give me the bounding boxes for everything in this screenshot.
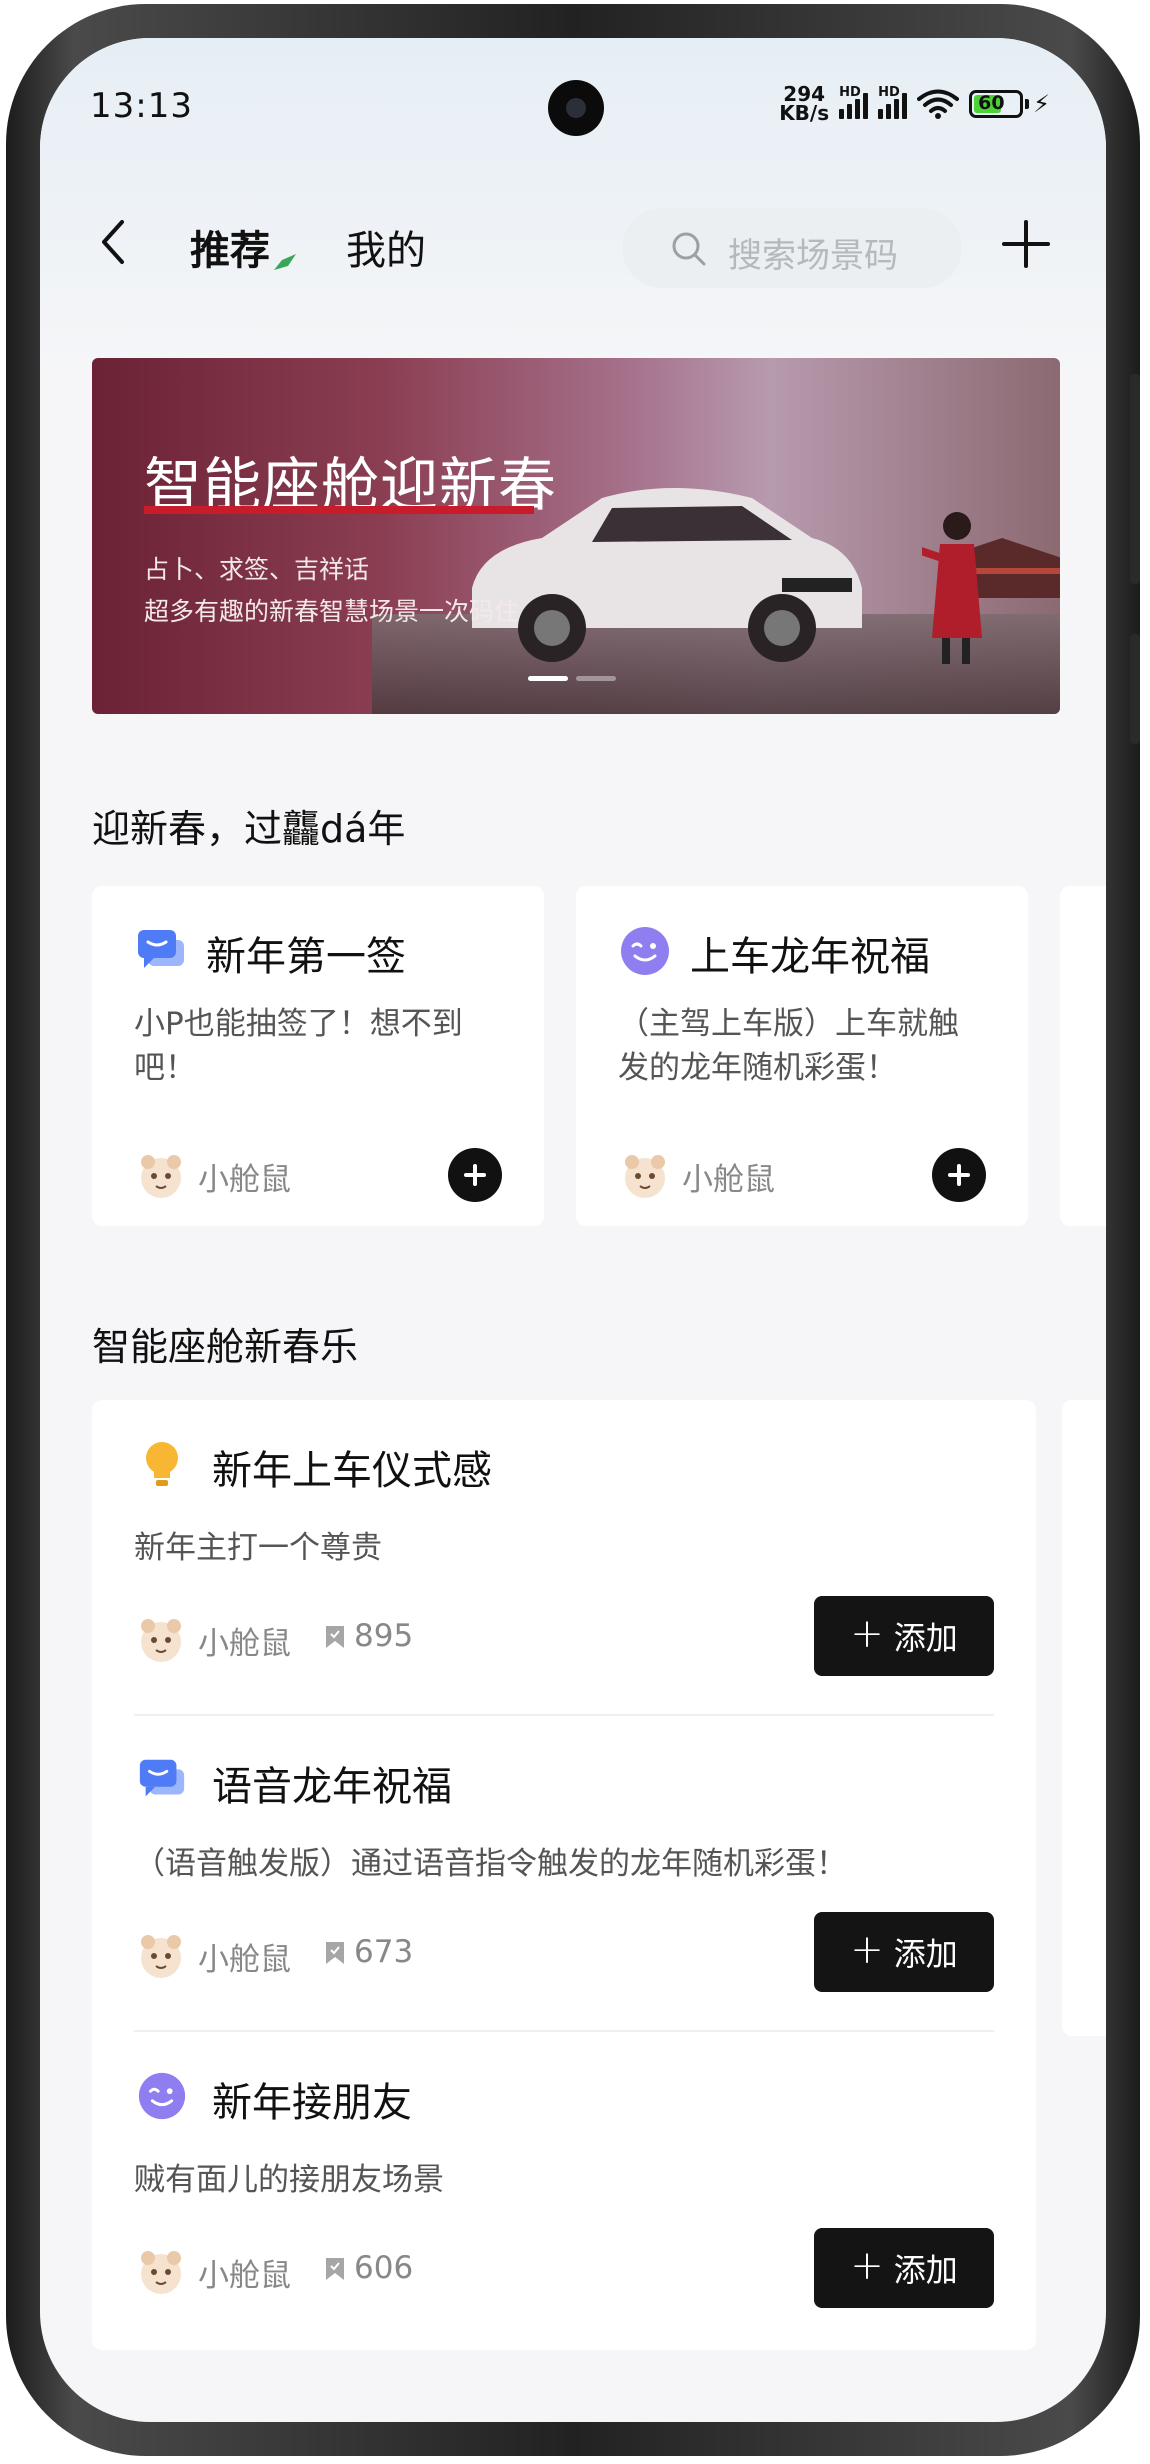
front-camera [548,80,604,136]
wink-face-icon [621,927,669,975]
signal-hd-label: HD [839,85,861,100]
avatar [141,2251,181,2294]
avatar [625,1155,665,1198]
author-name: 小舱鼠 [682,1162,775,1198]
save-count: 895 [354,1618,414,1654]
item-description: 贼有面儿的接朋友场景 [134,2162,444,2198]
chat-bubble-icon [138,930,184,968]
volume-button [1130,374,1140,584]
top-nav: 推荐 我的 搜索场景码 [40,188,1106,298]
save-count: 606 [354,2250,414,2286]
status-icons: 294 KB/s HD HD 60 ⚡ [779,84,1050,124]
active-tab-indicator [274,254,296,270]
item-description: 新年主打一个尊贵 [134,1530,382,1566]
list-item[interactable]: 语音龙年祝福 （语音触发版）通过语音指令触发的龙年随机彩蛋！ 小舱鼠 673 +… [92,1716,1036,2032]
add-scene-button[interactable] [448,1148,502,1202]
lightbulb-icon [146,1442,178,1486]
author-name: 小舱鼠 [198,1162,291,1198]
card-description: 小P也能抽签了！想不到吧！ [134,1006,463,1086]
scene-card[interactable]: 上车龙年祝福 （主驾上车版）上车就触发的龙年随机彩蛋！ 小舱鼠 [576,886,1028,1226]
battery-level: 60 [978,92,1005,114]
author-name: 小舱鼠 [198,1942,291,1978]
add-icon[interactable] [1000,218,1052,270]
banner-title-underline [144,506,534,514]
carousel-dot-active [528,676,568,681]
add-button-label: 添加 [893,1619,958,1657]
author-name: 小舱鼠 [198,1626,291,1662]
promo-banner[interactable]: 智能座舱迎新春 占卜、求签、吉祥话 超多有趣的新春智慧场景一次码住 [92,358,1060,714]
wink-face-icon [138,2072,186,2120]
avatar [141,1155,181,1198]
power-button [1130,634,1140,744]
bookmark-icon [326,2258,344,2280]
signal-icon: HD [839,85,869,119]
banner-subtitle: 超多有趣的新春智慧场景一次码住 [144,597,520,626]
search-input[interactable]: 搜索场景码 [622,208,962,288]
item-title: 语音龙年祝福 [212,1764,452,1810]
banner-subtitle: 占卜、求签、吉祥话 [144,555,370,584]
avatar [141,1935,181,1978]
tab-recommended[interactable]: 推荐 [190,218,270,276]
signal-icon: HD [878,85,908,119]
scene-card[interactable]: 新年第一签 小P也能抽签了！想不到吧！ 小舱鼠 [92,886,544,1226]
avatar [141,1619,181,1662]
plus-icon: + [850,1927,884,1973]
carousel-dot [576,676,616,681]
tab-mine[interactable]: 我的 [346,218,426,276]
add-button[interactable]: + 添加 [814,1596,994,1676]
add-scene-button[interactable] [932,1148,986,1202]
section-title: 智能座舱新春乐 [92,1325,359,1369]
status-bar: 13:13 294 KB/s HD HD 60 ⚡ [40,38,1106,148]
search-icon [672,232,706,266]
signal-hd-label: HD [878,85,900,100]
net-speed: 294 KB/s [779,84,830,125]
screen: 13:13 294 KB/s HD HD 60 ⚡ 推荐 我的 搜索场景码 智能… [40,38,1106,2422]
phone-frame: 13:13 294 KB/s HD HD 60 ⚡ 推荐 我的 搜索场景码 智能… [6,4,1140,2456]
section-title: 迎新春，过龘dá年 [92,807,406,851]
battery-icon: 60 ⚡ [969,90,1050,118]
add-button[interactable]: + 添加 [814,2228,994,2308]
scene-list: 新年上车仪式感 新年主打一个尊贵 小舱鼠 895 + 添加 语音龙年祝福 （语音… [92,1400,1036,2350]
person-image [922,512,982,664]
bookmark-icon [326,1942,344,1964]
item-title: 新年上车仪式感 [212,1448,492,1494]
plus-icon: + [850,2243,884,2289]
bookmark-icon [326,1626,344,1648]
add-button-label: 添加 [893,2251,958,2289]
card-title: 新年第一签 [206,934,406,980]
author-name: 小舱鼠 [198,2258,291,2294]
carousel-dots [528,676,616,681]
card-title: 上车龙年祝福 [690,934,930,980]
add-button[interactable]: + 添加 [814,1912,994,1992]
back-arrow-icon[interactable] [92,214,136,270]
scene-list-peek [1062,1400,1106,2036]
net-speed-unit: KB/s [779,101,830,125]
wifi-icon [917,89,960,119]
scene-card-peek[interactable] [1060,886,1106,1226]
list-item[interactable]: 新年上车仪式感 新年主打一个尊贵 小舱鼠 895 + 添加 [92,1400,1036,1716]
charging-icon: ⚡ [1033,90,1050,118]
card-description: （主驾上车版）上车就触发的龙年随机彩蛋！ [618,1006,959,1086]
item-title: 新年接朋友 [212,2080,412,2126]
item-description: （语音触发版）通过语音指令触发的龙年随机彩蛋！ [134,1846,847,1882]
chat-bubble-icon [139,1759,185,1797]
status-time: 13:13 [90,86,193,126]
search-placeholder: 搜索场景码 [728,236,898,276]
plus-icon: + [850,1611,884,1657]
save-count: 673 [354,1934,414,1970]
list-item[interactable]: 新年接朋友 贼有面儿的接朋友场景 小舱鼠 606 + 添加 [92,2032,1036,2348]
add-button-label: 添加 [893,1935,958,1973]
